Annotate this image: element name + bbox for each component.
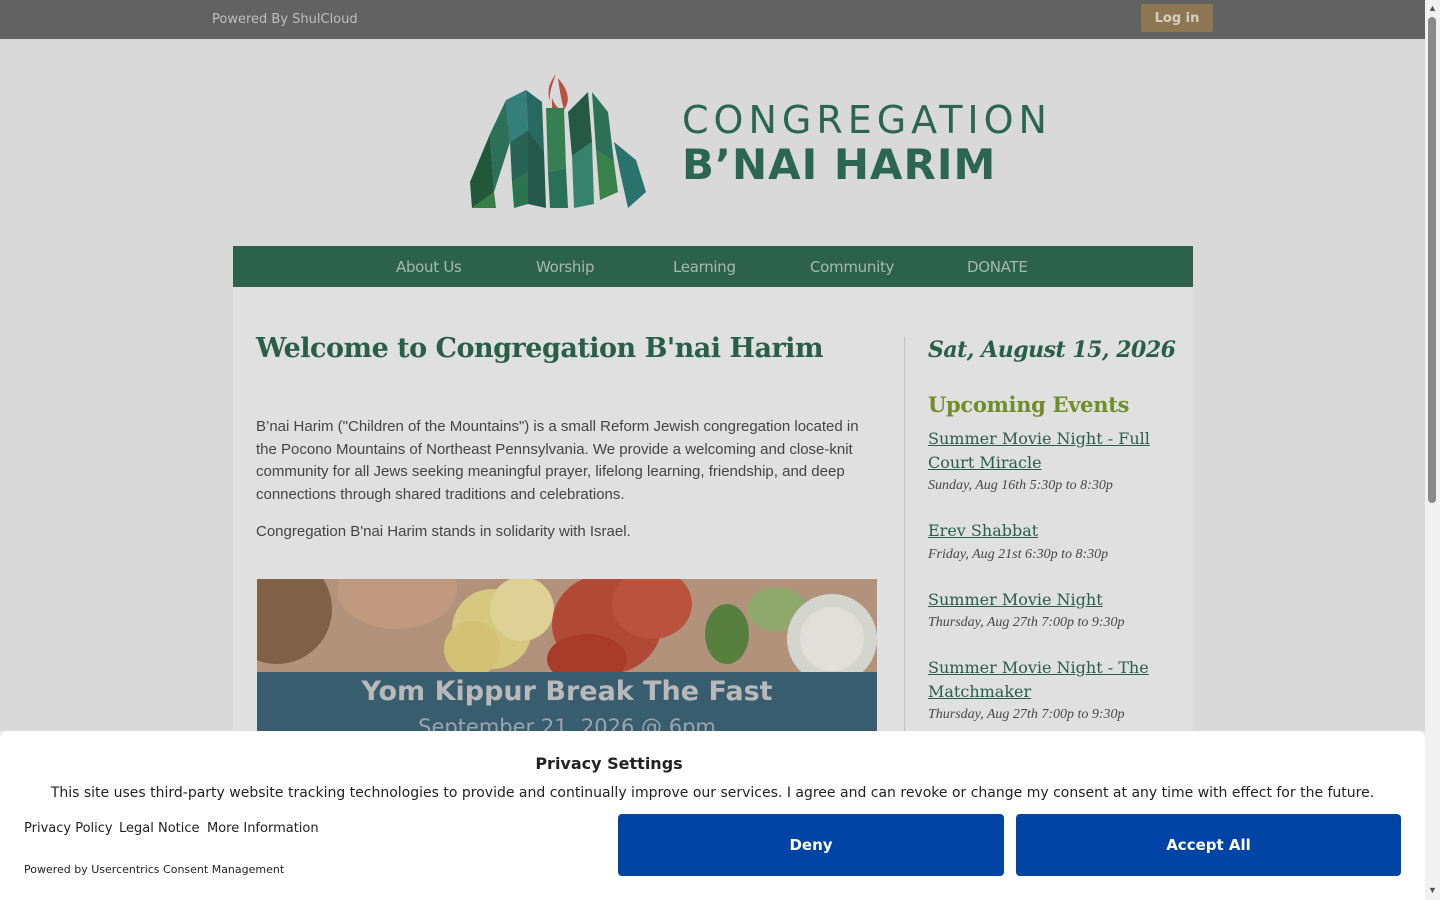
top-bar: Powered By ShulCloud Log in [0,0,1425,39]
powered-by-shulcloud[interactable]: Powered By ShulCloud [212,12,358,27]
nav-item-about-us[interactable]: About Us [396,258,462,276]
banner-subtitle: September 21, 2026 @ 6pm [418,715,716,731]
nav-item-worship[interactable]: Worship [536,258,595,276]
event-link[interactable]: Summer Movie Night - Full Court Miracle [928,427,1158,475]
event-link[interactable]: Erev Shabbat [928,519,1158,543]
event-link[interactable]: Summer Movie Night [928,588,1158,612]
event-time: Thursday, Aug 27th 7:00p to 9:30p [928,615,1125,630]
deny-button[interactable]: Deny [618,814,1004,876]
scrollbar-thumb[interactable] [1428,17,1436,503]
page-title: Welcome to Congregation B'nai Harim [256,333,824,364]
logo-text-bnai-harim: B’NAI HARIM [682,140,997,189]
food-photo-image [257,579,877,672]
usercentrics-powered-by[interactable]: Powered by Usercentrics Consent Manageme… [24,863,284,876]
privacy-consent-banner: Privacy Settings This site uses third-pa… [0,731,1425,900]
event-link[interactable]: Summer Movie Night - The Matchmaker [928,656,1158,704]
current-date: Sat, August 15, 2026 [928,337,1176,363]
legal-notice-link[interactable]: Legal Notice [119,821,200,836]
banner-title: Yom Kippur Break The Fast [361,676,773,707]
login-button[interactable]: Log in [1141,4,1213,32]
upcoming-events-heading: Upcoming Events [928,392,1130,417]
intro-paragraph: B’nai Harim ("Children of the Mountains"… [256,418,859,503]
event-time: Friday, Aug 21st 6:30p to 8:30p [928,547,1109,562]
logo-text-congregation: CONGREGATION [682,98,1052,142]
consent-text: This site uses third-party website track… [50,785,1375,801]
event-time: Sunday, Aug 16th 5:30p to 8:30p [928,478,1113,493]
more-information-link[interactable]: More Information [207,821,319,836]
accept-all-button[interactable]: Accept All [1016,814,1401,876]
scroll-up-arrow-icon[interactable]: ▲ [1427,3,1438,13]
logo-mountain-flame-icon[interactable] [468,72,650,212]
yom-kippur-banner[interactable]: Yom Kippur Break The Fast September 21, … [257,579,877,731]
solidarity-paragraph: Congregation B'nai Harim stands in solid… [256,523,631,540]
nav-item-donate[interactable]: DONATE [967,258,1028,276]
nav-item-learning[interactable]: Learning [673,258,736,276]
nav-item-community[interactable]: Community [810,258,894,276]
event-time: Thursday, Aug 27th 7:00p to 9:30p [928,707,1125,722]
scroll-down-arrow-icon[interactable]: ▼ [1427,885,1438,895]
column-divider [904,337,905,731]
main-nav: About Us Worship Learning Community DONA… [233,246,1193,287]
consent-title: Privacy Settings [535,754,683,773]
privacy-policy-link[interactable]: Privacy Policy [24,821,113,836]
